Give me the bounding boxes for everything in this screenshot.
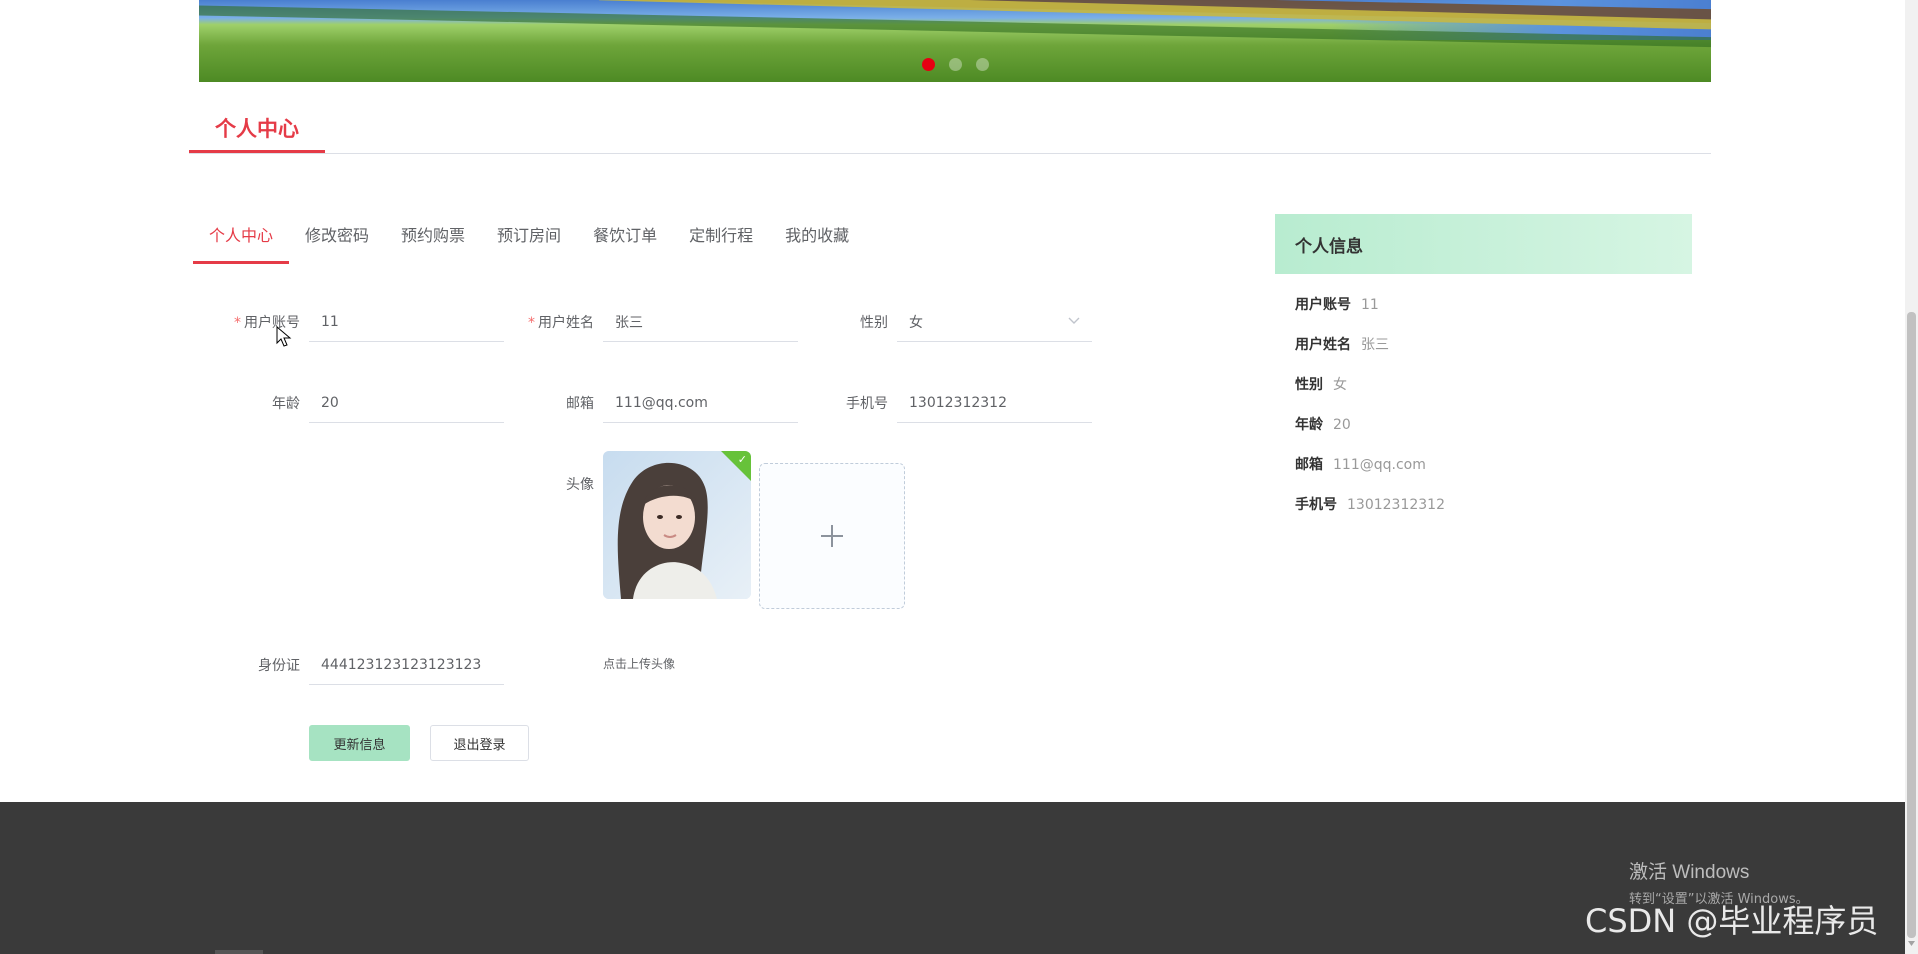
age-label: 年龄 — [272, 396, 300, 412]
banner-carousel[interactable] — [199, 0, 1711, 82]
scroll-down-arrow-icon[interactable] — [1908, 940, 1915, 947]
tab-dining-orders[interactable]: 餐饮订单 — [593, 224, 657, 252]
tab-custom-itinerary[interactable]: 定制行程 — [689, 224, 753, 252]
form-item-phone: 手机号 — [808, 383, 1092, 423]
avatar-status-badge: ✓ — [721, 451, 751, 481]
info-panel-title: 个人信息 — [1275, 214, 1692, 274]
plus-icon — [821, 525, 843, 547]
avatar-thumbnail[interactable]: ✓ — [603, 451, 751, 599]
email-label: 邮箱 — [566, 396, 594, 412]
info-row-phone: 手机号 13012312312 — [1295, 497, 1445, 513]
info-row-email: 邮箱 111@qq.com — [1295, 457, 1426, 473]
logout-button[interactable]: 退出登录 — [430, 725, 529, 761]
carousel-dot-1[interactable] — [922, 58, 935, 71]
form-item-gender: 性别 — [808, 302, 1092, 342]
tab-room-booking[interactable]: 预订房间 — [497, 224, 561, 252]
mouse-cursor-icon — [276, 326, 292, 347]
csdn-watermark: CSDN @毕业程序员 — [1585, 902, 1879, 940]
form-item-idcard: 身份证 — [220, 645, 504, 685]
carousel-dot-2[interactable] — [949, 58, 962, 71]
chevron-down-icon — [1068, 317, 1080, 324]
windows-activation-title: 激活 Windows — [1629, 862, 1750, 883]
phone-input[interactable] — [897, 383, 1092, 423]
idcard-input[interactable] — [309, 645, 504, 685]
gender-select-input[interactable] — [897, 302, 1092, 342]
tab-favorites[interactable]: 我的收藏 — [785, 224, 849, 252]
footer-back-to-top-tab[interactable] — [215, 950, 263, 954]
avatar-label: 头像 — [566, 477, 594, 493]
name-label: * 用户姓名 — [528, 315, 594, 331]
account-input[interactable] — [309, 302, 504, 342]
avatar-upload-tip: 点击上传头像 — [603, 657, 676, 671]
gender-select[interactable] — [897, 302, 1092, 342]
form-item-age: 年龄 — [220, 383, 504, 423]
check-icon: ✓ — [737, 453, 747, 466]
tab-profile[interactable]: 个人中心 — [192, 224, 290, 264]
form-item-name: * 用户姓名 — [514, 302, 798, 342]
info-row-gender: 性别女 — [1295, 377, 1347, 393]
carousel-dot-3[interactable] — [976, 58, 989, 71]
form-item-account: * 用户账号 — [220, 302, 504, 342]
profile-tabs: 个人中心 修改密码 预约购票 预订房间 餐饮订单 定制行程 我的收藏 — [192, 224, 881, 264]
scrollbar-thumb[interactable] — [1907, 312, 1916, 938]
carousel-indicators — [922, 58, 989, 71]
gender-label: 性别 — [860, 315, 888, 331]
update-info-button[interactable]: 更新信息 — [309, 725, 410, 761]
info-row-account: 用户账号 11 — [1295, 297, 1379, 313]
form-item-email: 邮箱 — [514, 383, 798, 423]
avatar-upload-button[interactable] — [759, 463, 905, 609]
info-row-name: 用户姓名 张三 — [1295, 337, 1389, 353]
email-input[interactable] — [603, 383, 798, 423]
idcard-label: 身份证 — [258, 658, 300, 674]
page-title: 个人中心 — [215, 117, 299, 141]
age-input[interactable] — [309, 383, 504, 423]
tab-ticket-booking[interactable]: 预约购票 — [401, 224, 465, 252]
info-row-age: 年龄 20 — [1295, 417, 1351, 433]
name-input[interactable] — [603, 302, 798, 342]
tab-change-password[interactable]: 修改密码 — [305, 224, 369, 252]
phone-label: 手机号 — [846, 396, 888, 412]
title-divider — [189, 153, 1711, 154]
